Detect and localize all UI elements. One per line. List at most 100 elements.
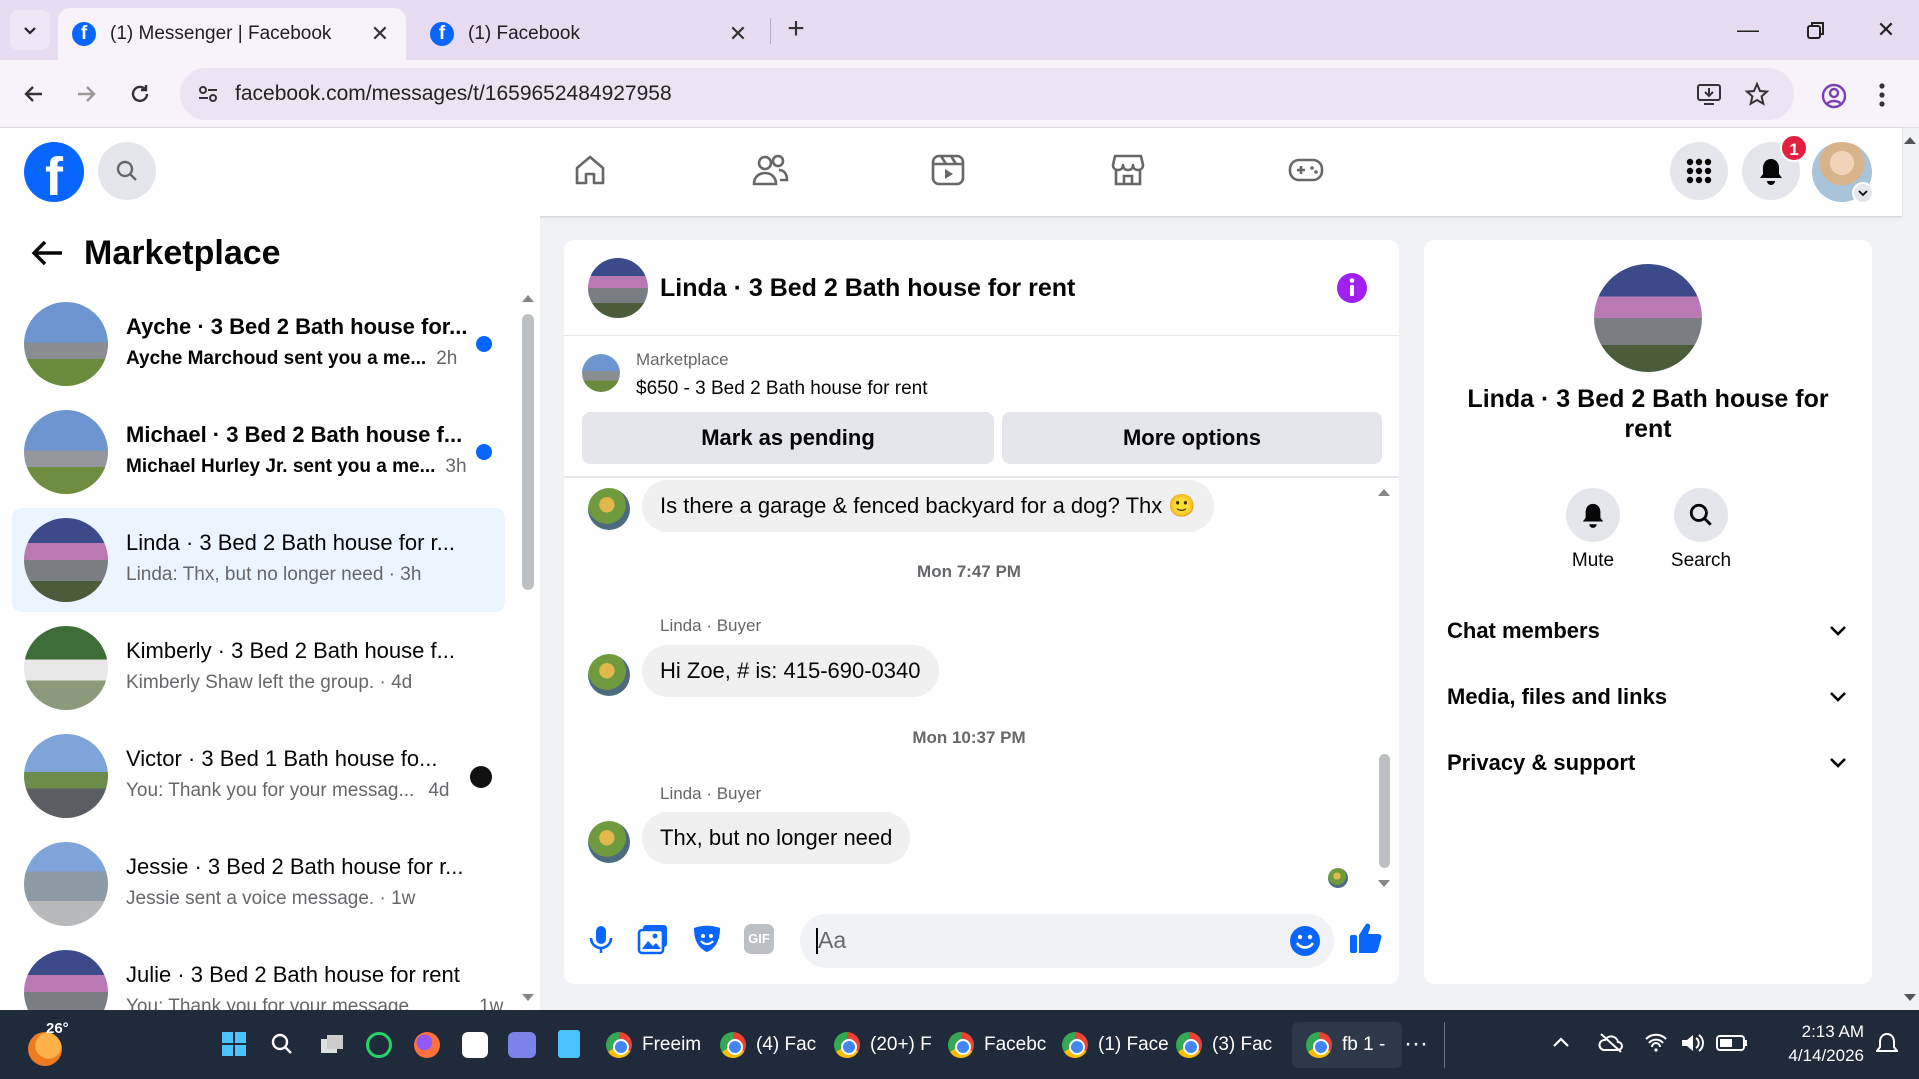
page-scrollbar-down[interactable] <box>1902 992 1919 1006</box>
message-timestamp: Mon 10:37 PM <box>912 728 1026 747</box>
conversation-item-active[interactable]: Linda · 3 Bed 2 Bath house for r... Lind… <box>12 508 505 612</box>
back-arrow-button[interactable] <box>30 238 64 268</box>
url-text[interactable]: facebook.com/messages/t/1659652484927958 <box>235 82 672 106</box>
conversation-item[interactable]: Ayche · 3 Bed 2 Bath house for... Ayche … <box>12 292 505 396</box>
emoji-icon[interactable] <box>1288 924 1322 958</box>
message-bubble[interactable]: Hi Zoe, # is: 415-690-0340 <box>642 645 939 697</box>
friends-nav[interactable] <box>750 150 790 190</box>
facebook-logo[interactable]: f <box>24 142 84 202</box>
more-options-button[interactable]: More options <box>1002 412 1382 464</box>
whatsapp-taskbar-icon[interactable] <box>366 1032 392 1058</box>
close-icon[interactable]: ✕ <box>368 21 392 47</box>
notification-center-icon[interactable] <box>1876 1032 1898 1058</box>
conversation-item[interactable]: Kimberly · 3 Bed 2 Bath house f... Kimbe… <box>12 616 505 720</box>
taskbar-overflow-button[interactable]: ··· <box>1404 1030 1428 1058</box>
conversation-item[interactable]: Victor · 3 Bed 1 Bath house fo... You: T… <box>12 724 505 828</box>
taskbar-chrome-app[interactable]: Facebc <box>948 1022 1046 1068</box>
home-nav[interactable] <box>570 150 610 190</box>
like-button[interactable] <box>1348 920 1384 956</box>
conversation-item[interactable]: Michael · 3 Bed 2 Bath house f... Michae… <box>12 400 505 504</box>
gaming-nav[interactable] <box>1286 150 1326 190</box>
taskbar-chrome-app-active[interactable]: fb 1 - <box>1292 1022 1402 1068</box>
taskbar-app-label: fb 1 - <box>1342 1034 1386 1055</box>
capcut-taskbar-icon[interactable] <box>462 1032 488 1058</box>
taskbar-chrome-app[interactable]: (3) Fac <box>1176 1022 1272 1068</box>
search-icon <box>1689 503 1712 526</box>
notepad-taskbar-icon[interactable] <box>558 1030 580 1058</box>
back-button[interactable] <box>14 74 54 114</box>
task-view-button[interactable] <box>320 1034 344 1056</box>
profile-button[interactable] <box>1820 82 1848 110</box>
taskbar-clock[interactable]: 2:13 AM 4/14/2026 <box>1760 1020 1864 1068</box>
sidebar-scrollbar-thumb[interactable] <box>522 314 534 590</box>
restore-icon <box>1807 22 1824 39</box>
message-input[interactable]: Aa <box>800 914 1334 968</box>
window-close-button[interactable]: ✕ <box>1856 10 1916 50</box>
sidebar-scroll-up[interactable] <box>520 292 536 304</box>
show-hidden-icons[interactable] <box>1552 1036 1570 1048</box>
gif-button[interactable]: GIF <box>744 924 774 954</box>
conversation-item[interactable]: Julie · 3 Bed 2 Bath house for rent You:… <box>12 940 505 1010</box>
firefox-taskbar-icon[interactable] <box>414 1032 440 1058</box>
voice-clip-button[interactable] <box>584 922 618 956</box>
chat-scroll-down[interactable] <box>1376 878 1392 890</box>
bookmark-star-icon[interactable] <box>1744 81 1770 107</box>
mark-pending-button[interactable]: Mark as pending <box>582 412 994 464</box>
chat-members-section[interactable]: Chat members <box>1447 618 1847 644</box>
media-files-links-section[interactable]: Media, files and links <box>1447 684 1847 710</box>
install-app-icon[interactable] <box>1696 81 1722 107</box>
conversation-info-button[interactable] <box>1336 272 1368 304</box>
search-button[interactable] <box>98 142 156 200</box>
marketplace-nav[interactable] <box>1108 150 1148 190</box>
chat-panel: Linda · 3 Bed 2 Bath house for rent Mark… <box>564 240 1399 984</box>
info-avatar[interactable] <box>1594 264 1702 372</box>
search-in-conversation-button[interactable] <box>1674 488 1728 542</box>
forward-button[interactable] <box>66 74 106 114</box>
video-nav[interactable] <box>928 150 968 190</box>
new-tab-button[interactable]: + <box>776 10 816 50</box>
sender-avatar[interactable] <box>588 488 630 530</box>
listing-title[interactable]: $650 - 3 Bed 2 Bath house for rent <box>636 378 928 400</box>
conversation-item[interactable]: Jessie · 3 Bed 2 Bath house for r... Jes… <box>12 832 505 936</box>
reload-button[interactable] <box>120 74 160 114</box>
account-dropdown[interactable] <box>1852 182 1874 204</box>
tab-facebook[interactable]: f (1) Facebook ✕ <box>416 8 764 60</box>
battery-icon[interactable] <box>1716 1035 1748 1051</box>
listing-thumbnail-small[interactable] <box>582 354 620 392</box>
wifi-icon[interactable] <box>1644 1032 1668 1052</box>
cloud-sync-icon[interactable] <box>1598 1032 1624 1054</box>
chat-scrollbar-thumb[interactable] <box>1379 754 1390 868</box>
site-settings-icon[interactable] <box>196 82 220 106</box>
chat-avatar[interactable] <box>588 258 648 318</box>
message-input-placeholder: Aa <box>818 927 847 953</box>
privacy-support-section[interactable]: Privacy & support <box>1447 750 1847 776</box>
message-bubble[interactable]: Is there a garage & fenced backyard for … <box>642 480 1214 532</box>
restore-button[interactable] <box>1786 10 1846 50</box>
browser-menu-button[interactable] <box>1878 82 1886 108</box>
menu-button[interactable] <box>1670 142 1728 200</box>
volume-icon[interactable] <box>1680 1032 1704 1054</box>
chat-title[interactable]: Linda · 3 Bed 2 Bath house for rent <box>660 274 1075 303</box>
page-scrollbar-up[interactable] <box>1902 134 1919 148</box>
taskbar-search[interactable] <box>270 1032 294 1056</box>
attach-media-button[interactable] <box>636 922 670 956</box>
mute-button[interactable] <box>1566 488 1620 542</box>
omnibox[interactable]: facebook.com/messages/t/1659652484927958 <box>180 68 1794 120</box>
taskbar-chrome-app[interactable]: (20+) F <box>834 1022 932 1068</box>
sticker-button[interactable] <box>690 922 724 956</box>
taskbar-chrome-app[interactable]: (1) Face <box>1062 1022 1169 1068</box>
tab-search-button[interactable] <box>10 10 50 50</box>
chat-scroll-up[interactable] <box>1376 486 1392 498</box>
taskbar-chrome-app[interactable]: (4) Fac <box>720 1022 816 1068</box>
sidebar-scroll-down[interactable] <box>520 992 536 1004</box>
teams-taskbar-icon[interactable] <box>508 1032 536 1058</box>
start-button[interactable] <box>222 1032 246 1056</box>
tab-messenger[interactable]: f (1) Messenger | Facebook ✕ <box>58 8 406 60</box>
sender-avatar[interactable] <box>588 654 630 696</box>
chrome-icon <box>948 1032 974 1058</box>
minimize-button[interactable]: — <box>1718 10 1778 50</box>
close-icon[interactable]: ✕ <box>726 21 750 47</box>
message-bubble[interactable]: Thx, but no longer need <box>642 812 911 864</box>
sender-avatar[interactable] <box>588 821 630 863</box>
taskbar-chrome-app[interactable]: Freeim <box>606 1022 701 1068</box>
